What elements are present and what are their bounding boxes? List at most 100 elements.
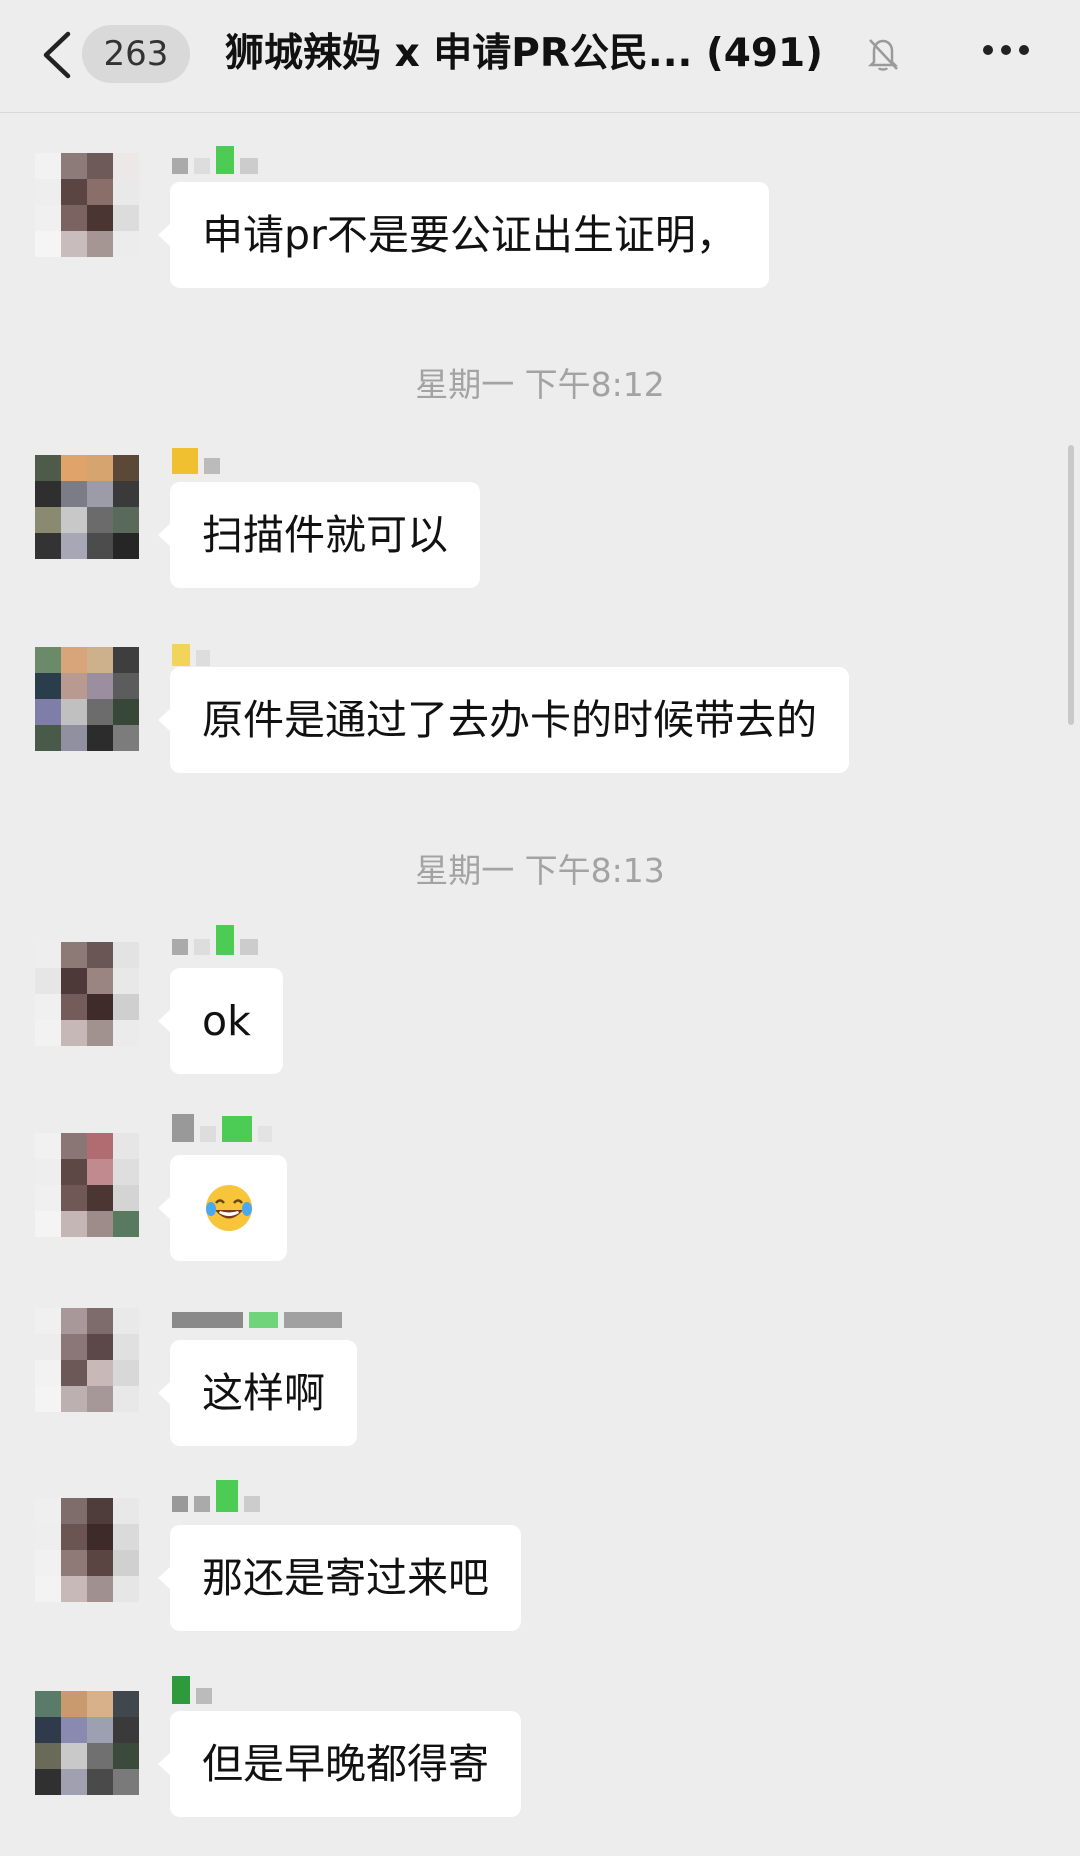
avatar-pixel [113,231,139,257]
avatar-pixel [87,699,113,725]
avatar-pixel [35,1159,61,1185]
avatar-pixel [35,1498,61,1524]
message-bubble[interactable]: 申请pr不是要公证出生证明， [158,182,769,288]
avatar-pixel [87,1211,113,1237]
avatar-pixel [61,1185,87,1211]
avatar-pixel [87,507,113,533]
sender-nickname [172,1676,342,1704]
avatar-pixel [35,942,61,968]
avatar-pixel [35,1386,61,1412]
avatar-pixel [61,725,87,751]
avatar-pixel [87,942,113,968]
avatar-pixel [113,1550,139,1576]
message-text: 这样啊 [202,1369,325,1417]
avatar-pixel [61,1334,87,1360]
message-bubble[interactable] [158,1155,287,1261]
avatar-pixel [35,455,61,481]
sender-nickname [172,925,342,955]
message-bubble[interactable]: 原件是通过了去办卡的时候带去的 [158,667,849,773]
avatar-pixel [61,968,87,994]
avatar-pixel [87,179,113,205]
avatar-pixel [113,942,139,968]
message-text: 原件是通过了去办卡的时候带去的 [202,696,817,744]
chat-title[interactable]: 狮城辣妈 x 申请PR公民... (491) [225,24,865,84]
avatar-pixel [61,179,87,205]
avatar-pixel [87,1386,113,1412]
avatar-pixel [113,968,139,994]
avatar-pixel [35,1133,61,1159]
avatar-pixel [35,1717,61,1743]
avatar-pixel [87,533,113,559]
avatar-pixel [87,205,113,231]
avatar-pixel [35,647,61,673]
avatar-pixel [113,647,139,673]
avatar-pixel [113,1576,139,1602]
avatar-pixel [61,1691,87,1717]
message-bubble[interactable]: 扫描件就可以 [158,482,480,588]
avatar-pixel [35,968,61,994]
avatar-pixel [61,533,87,559]
avatar-pixel [61,1743,87,1769]
avatar-pixel [61,1550,87,1576]
avatar[interactable] [35,1691,139,1795]
avatar-pixel [35,673,61,699]
avatar-pixel [35,533,61,559]
avatar[interactable] [35,1133,139,1237]
sender-nickname [172,146,342,174]
avatar-pixel [35,699,61,725]
avatar-pixel [87,673,113,699]
scrollbar[interactable] [1068,445,1074,725]
more-dots-icon[interactable] [982,42,1030,58]
avatar-pixel [113,699,139,725]
avatar-pixel [87,1691,113,1717]
sender-nickname [172,1480,342,1512]
avatar-pixel [87,1360,113,1386]
avatar-pixel [113,1743,139,1769]
message-bubble[interactable]: 那还是寄过来吧 [158,1525,521,1631]
avatar-pixel [113,1717,139,1743]
avatar[interactable] [35,1498,139,1602]
avatar-pixel [87,1769,113,1795]
laughing-tears-emoji [206,1185,252,1231]
avatar-pixel [61,647,87,673]
avatar[interactable] [35,647,139,751]
avatar-pixel [113,725,139,751]
avatar-pixel [113,1020,139,1046]
avatar-pixel [35,1020,61,1046]
avatar-pixel [35,725,61,751]
message-text: 扫描件就可以 [202,511,448,559]
avatar-pixel [35,1334,61,1360]
avatar-pixel [35,1308,61,1334]
avatar-pixel [87,1743,113,1769]
avatar-pixel [61,1498,87,1524]
avatar-pixel [61,942,87,968]
avatar-pixel [35,1524,61,1550]
timestamp: 星期一 下午8:12 [415,365,665,404]
back-arrow-icon[interactable] [40,30,74,80]
avatar-pixel [61,1159,87,1185]
mute-bell-icon [867,39,899,71]
message-bubble[interactable]: ok [158,968,283,1074]
avatar-pixel [61,455,87,481]
message-bubble[interactable]: 但是早晚都得寄 [158,1711,521,1817]
avatar-pixel [113,1386,139,1412]
timestamp: 星期一 下午8:13 [415,851,665,890]
message-bubble[interactable]: 这样啊 [158,1340,357,1446]
message-text: 但是早晚都得寄 [202,1740,489,1788]
avatar-pixel [61,1717,87,1743]
avatar-pixel [87,1133,113,1159]
avatar-pixel [61,231,87,257]
avatar-pixel [35,1550,61,1576]
avatar-pixel [113,1211,139,1237]
avatar-pixel [87,725,113,751]
avatar-pixel [87,1576,113,1602]
avatar[interactable] [35,1308,139,1412]
avatar[interactable] [35,455,139,559]
avatar-pixel [87,1524,113,1550]
avatar[interactable] [35,942,139,1046]
avatar-pixel [61,673,87,699]
avatar-pixel [61,699,87,725]
avatar[interactable] [35,153,139,257]
avatar-pixel [113,1334,139,1360]
unread-count-badge[interactable]: 263 [82,25,190,83]
